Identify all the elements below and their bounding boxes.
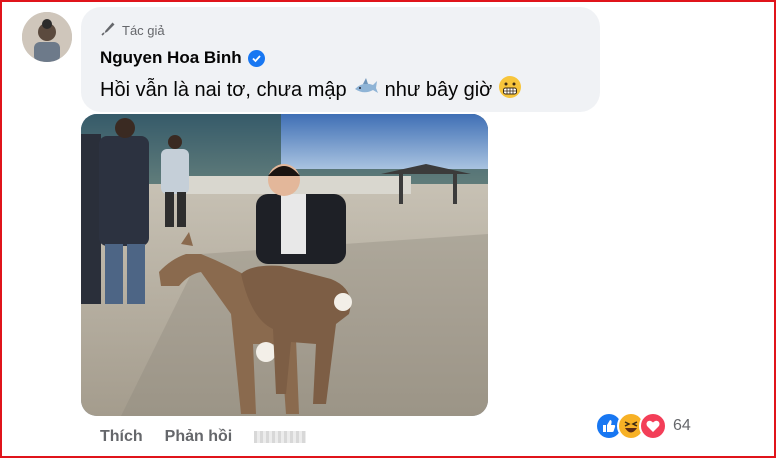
comment-actions: Thích Phản hồi: [100, 428, 307, 446]
comment-text-part1: Hồi vẫn là nai tơ, chưa mập: [100, 78, 347, 101]
like-button[interactable]: Thích: [100, 428, 143, 446]
timestamp-redacted: [254, 431, 307, 443]
author-badge: Tác giả: [100, 21, 165, 40]
comment-text: Hồi vẫn là nai tơ, chưa mập như bây giờ: [100, 75, 522, 105]
comment-bubble: Tác giả Nguyen Hoa Binh Hồi vẫn là nai t…: [81, 7, 600, 112]
reaction-count: 64: [673, 417, 691, 434]
shark-icon: [353, 76, 379, 104]
author-tag-label: Tác giả: [122, 23, 165, 38]
author-name[interactable]: Nguyen Hoa Binh: [100, 48, 242, 68]
grimacing-face-icon: [498, 75, 522, 105]
microphone-icon: [100, 21, 116, 40]
verified-badge-icon: [247, 49, 265, 67]
love-reaction-icon: [639, 412, 667, 440]
author-name-row: Nguyen Hoa Binh: [100, 48, 265, 68]
comment-text-part2: như bây giờ: [384, 78, 493, 101]
comment-photo[interactable]: [81, 114, 488, 416]
reactions-summary[interactable]: 64: [595, 410, 695, 442]
reply-button[interactable]: Phản hồi: [165, 428, 233, 446]
avatar[interactable]: [22, 12, 72, 62]
